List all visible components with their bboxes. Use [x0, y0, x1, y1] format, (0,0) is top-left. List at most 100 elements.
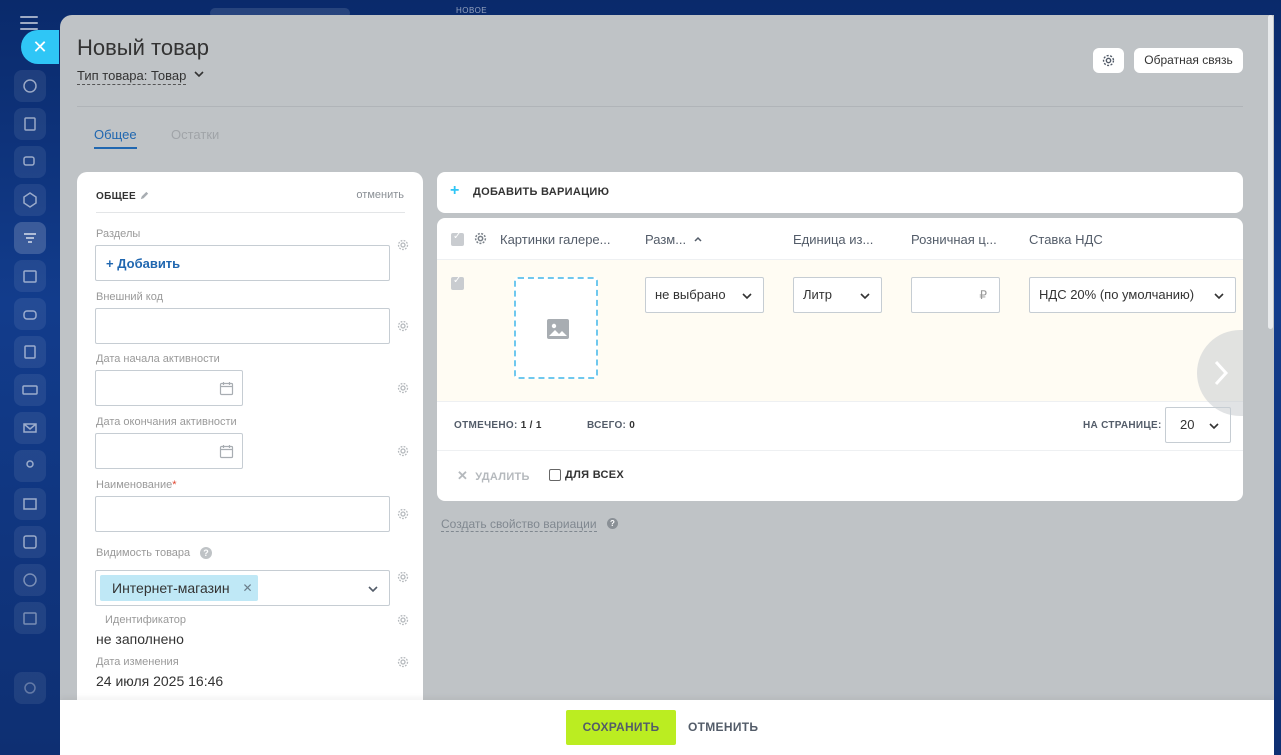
cancel-button[interactable]: ОТМЕНИТЬ: [688, 710, 758, 745]
for-all-label[interactable]: ДЛЯ ВСЕХ: [565, 469, 624, 481]
settings-button[interactable]: [1093, 48, 1124, 73]
rail-item-4[interactable]: [14, 184, 46, 216]
chevron-down-icon: [860, 293, 870, 300]
gear-icon[interactable]: [397, 571, 409, 583]
table-row: не выбрано Литр ₽ НДС 20% (по умолчанию): [437, 260, 1243, 416]
column-vat[interactable]: Ставка НДС: [1029, 232, 1103, 247]
card-cancel-link[interactable]: отменить: [356, 189, 404, 201]
select-all-checkbox[interactable]: [451, 231, 464, 246]
chevron-down-icon: [1214, 293, 1224, 300]
chevron-down-icon[interactable]: [367, 583, 379, 595]
visibility-label: Видимость товара: [96, 547, 191, 559]
chevron-down-icon[interactable]: [193, 68, 205, 80]
external-code-input[interactable]: [95, 308, 390, 344]
required-mark: *: [172, 479, 177, 491]
column-unit[interactable]: Единица из...: [793, 232, 873, 247]
card-title: ОБЩЕЕ: [96, 191, 136, 202]
scrollbar[interactable]: [1268, 15, 1273, 329]
vat-select[interactable]: НДС 20% (по умолчанию): [1029, 277, 1236, 313]
gear-icon[interactable]: [397, 656, 409, 668]
column-price[interactable]: Розничная ц...: [911, 232, 997, 247]
rail-item-11[interactable]: [14, 450, 46, 482]
image-icon: [547, 319, 569, 339]
create-property-link[interactable]: Создать свойство вариации: [441, 517, 597, 532]
product-slider: Новый товар Тип товара: Товар Обратная с…: [60, 15, 1274, 755]
general-card: ОБЩЕЕ отменить Разделы + Добавить Внешни…: [77, 172, 423, 755]
gear-icon[interactable]: [397, 239, 409, 251]
gear-icon[interactable]: [397, 614, 409, 626]
gear-icon[interactable]: [397, 382, 409, 394]
grid-header: Картинки галере... Разм... Единица из...…: [437, 218, 1243, 260]
save-button[interactable]: СОХРАНИТЬ: [566, 710, 676, 745]
tab-general[interactable]: Общее: [94, 127, 137, 149]
gallery-upload[interactable]: [514, 277, 598, 379]
add-variation-button[interactable]: + ДОБАВИТЬ ВАРИАЦИЮ: [437, 172, 1243, 213]
for-all-checkbox[interactable]: [549, 469, 561, 481]
gear-icon[interactable]: [474, 232, 487, 245]
chevron-down-icon: [742, 293, 752, 300]
gear-icon: [1102, 54, 1115, 67]
rail-item-1[interactable]: [14, 70, 46, 102]
delete-button[interactable]: ✕ УДАЛИТЬ: [457, 468, 530, 484]
rail-item-10[interactable]: [14, 412, 46, 444]
column-size[interactable]: Разм...: [645, 232, 686, 247]
visibility-select[interactable]: Интернет-магазин ✕: [95, 570, 390, 606]
menu-icon[interactable]: [20, 16, 38, 30]
product-type-selector[interactable]: Тип товара: Товар: [77, 68, 187, 85]
gear-icon[interactable]: [397, 445, 409, 457]
gear-icon[interactable]: [397, 320, 409, 332]
rail-item-16[interactable]: [14, 672, 46, 704]
close-slider-button[interactable]: ✕: [21, 30, 59, 64]
row-checkbox[interactable]: [451, 275, 464, 290]
rail-item-6[interactable]: [14, 260, 46, 292]
active-from-input[interactable]: [95, 370, 243, 406]
plus-icon: +: [450, 182, 460, 199]
calendar-icon[interactable]: [219, 381, 234, 396]
per-page-select[interactable]: 20: [1165, 407, 1231, 443]
help-icon[interactable]: ?: [607, 518, 618, 529]
left-rail: ✕: [0, 0, 60, 755]
background-new-label: НОВОЕ: [456, 6, 488, 15]
size-select[interactable]: не выбрано: [645, 277, 764, 313]
rail-item-13[interactable]: [14, 526, 46, 558]
modified-value: 24 июля 2025 16:46: [96, 673, 224, 689]
modified-label: Дата изменения: [96, 656, 179, 668]
add-section-link[interactable]: + Добавить: [106, 256, 180, 271]
name-label: Наименование*: [96, 479, 177, 491]
chevron-down-icon: [1209, 423, 1219, 430]
feedback-button[interactable]: Обратная связь: [1134, 48, 1243, 73]
currency-sign: ₽: [979, 288, 987, 302]
total-count: ВСЕГО: 0: [587, 420, 636, 431]
grid-footer: ОТМЕЧЕНО: 1 / 1 ВСЕГО: 0 НА СТРАНИЦЕ: 20: [437, 402, 1243, 451]
name-input[interactable]: [95, 496, 390, 532]
active-to-input[interactable]: [95, 433, 243, 469]
pencil-icon[interactable]: [139, 190, 150, 201]
rail-item-2[interactable]: [14, 108, 46, 140]
rail-item-15[interactable]: [14, 602, 46, 634]
close-icon: ✕: [457, 468, 469, 483]
rail-item-5[interactable]: [14, 222, 46, 254]
calendar-icon[interactable]: [219, 444, 234, 459]
help-icon[interactable]: ?: [200, 547, 212, 559]
selected-count: ОТМЕЧЕНО: 1 / 1: [454, 420, 542, 431]
remove-tag-icon[interactable]: ✕: [243, 575, 253, 601]
rail-item-14[interactable]: [14, 564, 46, 596]
sort-up-icon[interactable]: [693, 234, 703, 244]
rail-item-12[interactable]: [14, 488, 46, 520]
unit-select[interactable]: Литр: [793, 277, 882, 313]
rail-item-9[interactable]: [14, 374, 46, 406]
gear-icon[interactable]: [397, 508, 409, 520]
external-code-label: Внешний код: [96, 291, 164, 303]
sections-field[interactable]: + Добавить: [95, 245, 390, 281]
tab-stock[interactable]: Остатки: [171, 127, 219, 142]
rail-item-3[interactable]: [14, 146, 46, 178]
header-divider: [77, 106, 1243, 107]
active-from-label: Дата начала активности: [96, 353, 220, 365]
sections-label: Разделы: [96, 228, 141, 240]
per-page-label: НА СТРАНИЦЕ:: [1083, 420, 1162, 431]
price-input[interactable]: ₽: [911, 277, 1000, 313]
rail-item-7[interactable]: [14, 298, 46, 330]
rail-item-8[interactable]: [14, 336, 46, 368]
active-to-label: Дата окончания активности: [96, 416, 237, 428]
column-gallery[interactable]: Картинки галере...: [500, 232, 611, 247]
